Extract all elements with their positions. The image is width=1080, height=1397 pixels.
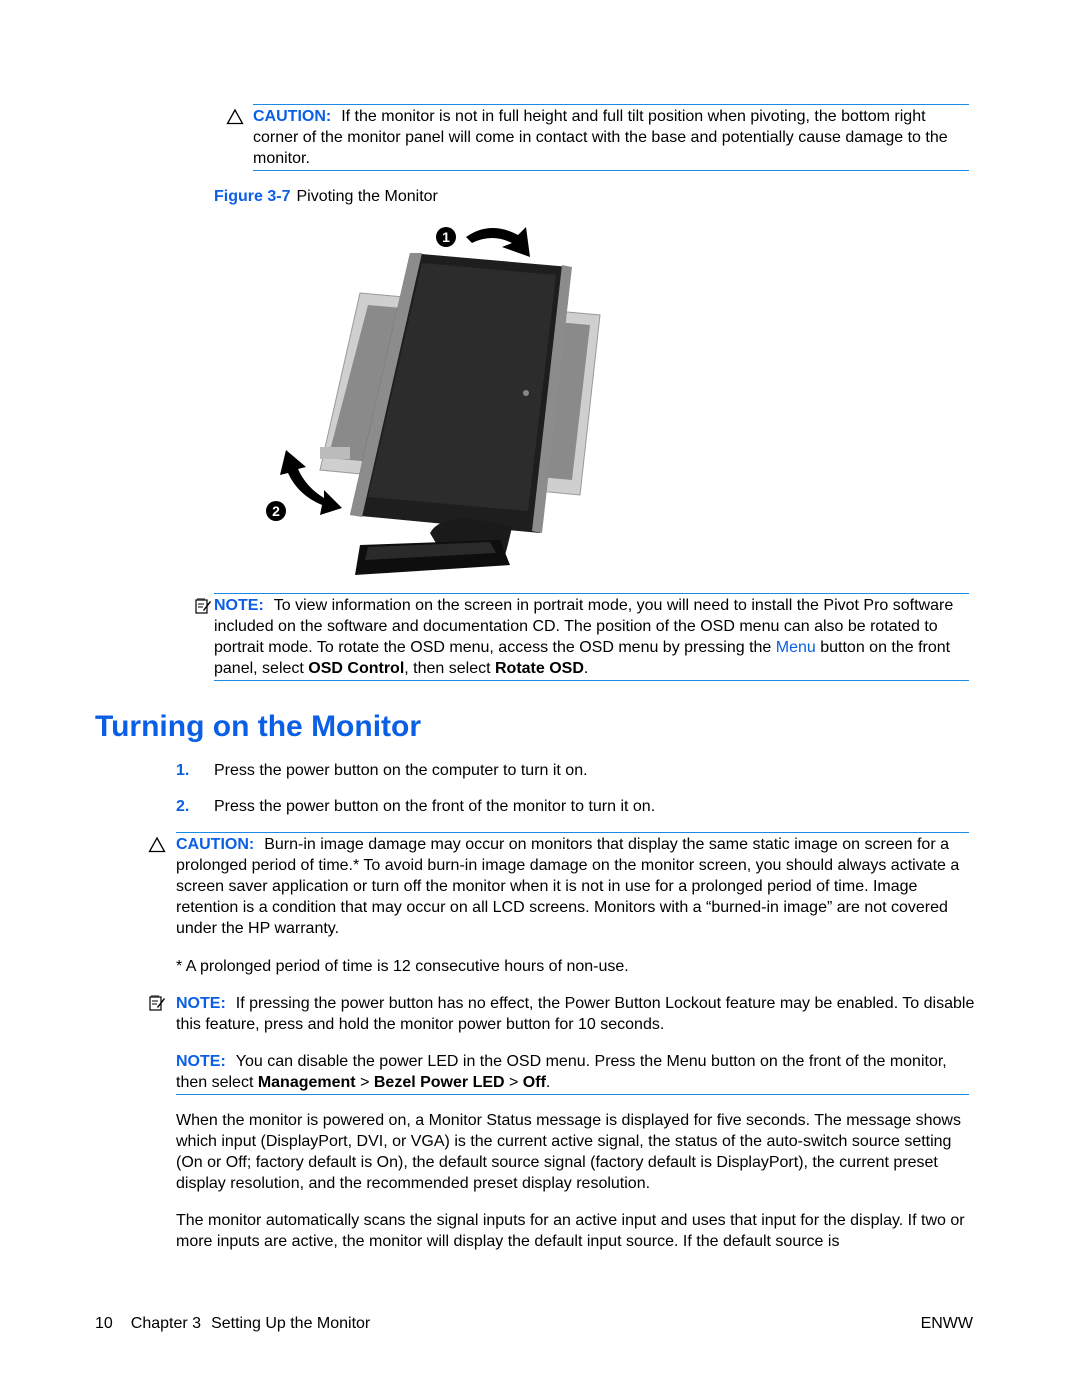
note2-label: NOTE: — [176, 995, 226, 1012]
caution1-top-rule — [253, 104, 969, 105]
caution-triangle-icon — [148, 836, 166, 853]
callout-2: 2 — [266, 501, 286, 521]
pivoting-monitor-illustration: 1 2 — [266, 227, 601, 575]
chapter-label: Chapter 3 — [130, 1315, 202, 1332]
caution1-bottom-rule — [253, 170, 969, 171]
step-2: 2. Press the power button on the front of… — [176, 796, 655, 817]
caution2-top-rule — [176, 832, 969, 833]
note-icon — [195, 598, 211, 614]
note3-label: NOTE: — [176, 1053, 226, 1070]
svg-text:1: 1 — [442, 229, 450, 245]
svg-text:2: 2 — [272, 503, 280, 519]
callout-1: 1 — [436, 227, 456, 247]
page-footer: 10 Chapter 3 Setting Up the Monitor ENWW — [95, 1313, 973, 1334]
note-bottom-rule — [176, 1094, 969, 1095]
note3-block: NOTE: You can disable the power LED in th… — [176, 1051, 976, 1093]
figure-caption-text: Pivoting the Monitor — [296, 188, 438, 205]
management-term: Management — [257, 1074, 356, 1091]
off-term: Off — [522, 1074, 546, 1091]
caution2-text: Burn-in image damage may occur on monito… — [176, 836, 960, 937]
rotate-arrow-icon — [466, 227, 530, 257]
caution2-footnote: * A prolonged period of time is 12 conse… — [176, 958, 629, 975]
monitor-stand — [355, 518, 512, 575]
note3-text-end: . — [545, 1074, 551, 1091]
bezel-power-led-term: Bezel Power LED — [373, 1074, 505, 1091]
caution1-label: CAUTION: — [253, 108, 332, 125]
step-number: 1. — [176, 762, 190, 779]
note1-top-rule — [214, 593, 969, 594]
caution2-label: CAUTION: — [176, 836, 255, 853]
caution2-block: CAUTION: Burn-in image damage may occur o… — [176, 834, 976, 939]
body-paragraph-1: When the monitor is powered on, a Monito… — [176, 1112, 961, 1192]
note-icon — [149, 995, 165, 1011]
note2-block: NOTE: If pressing the power button has no… — [176, 993, 976, 1035]
hp-logo-icon — [523, 390, 529, 396]
step-text: Press the power button on the front of t… — [214, 798, 656, 815]
chapter-title: Setting Up the Monitor — [211, 1315, 371, 1332]
caution1-text: If the monitor is not in full height and… — [253, 108, 948, 167]
step-text: Press the power button on the computer t… — [214, 762, 588, 779]
note1-bottom-rule — [214, 680, 969, 681]
note1-label: NOTE: — [214, 597, 264, 614]
caution-triangle-icon — [226, 108, 244, 125]
page-number: 10 — [95, 1315, 113, 1332]
section-title: Turning on the Monitor — [95, 710, 422, 743]
note1-block: NOTE: To view information on the screen i… — [214, 595, 974, 679]
locale-code: ENWW — [920, 1315, 973, 1332]
separator: > — [355, 1074, 374, 1091]
note1-text-d: . — [583, 660, 589, 677]
menu-link[interactable]: Menu — [776, 639, 816, 656]
step-1: 1. Press the power button on the computer… — [176, 760, 588, 781]
figure-caption: Figure 3-7 Pivoting the Monitor — [214, 186, 438, 207]
body-paragraph-2: The monitor automatically scans the sign… — [176, 1212, 965, 1250]
osd-control-term: OSD Control — [308, 660, 405, 677]
step-number: 2. — [176, 798, 190, 815]
note1-text-c: , then select — [404, 660, 495, 677]
separator: > — [504, 1074, 523, 1091]
caution1-block: CAUTION: If the monitor is not in full he… — [253, 106, 973, 169]
figure-label: Figure 3-7 — [214, 188, 291, 205]
rotate-osd-term: Rotate OSD — [495, 660, 584, 677]
note2-text: If pressing the power button has no effe… — [176, 995, 975, 1033]
